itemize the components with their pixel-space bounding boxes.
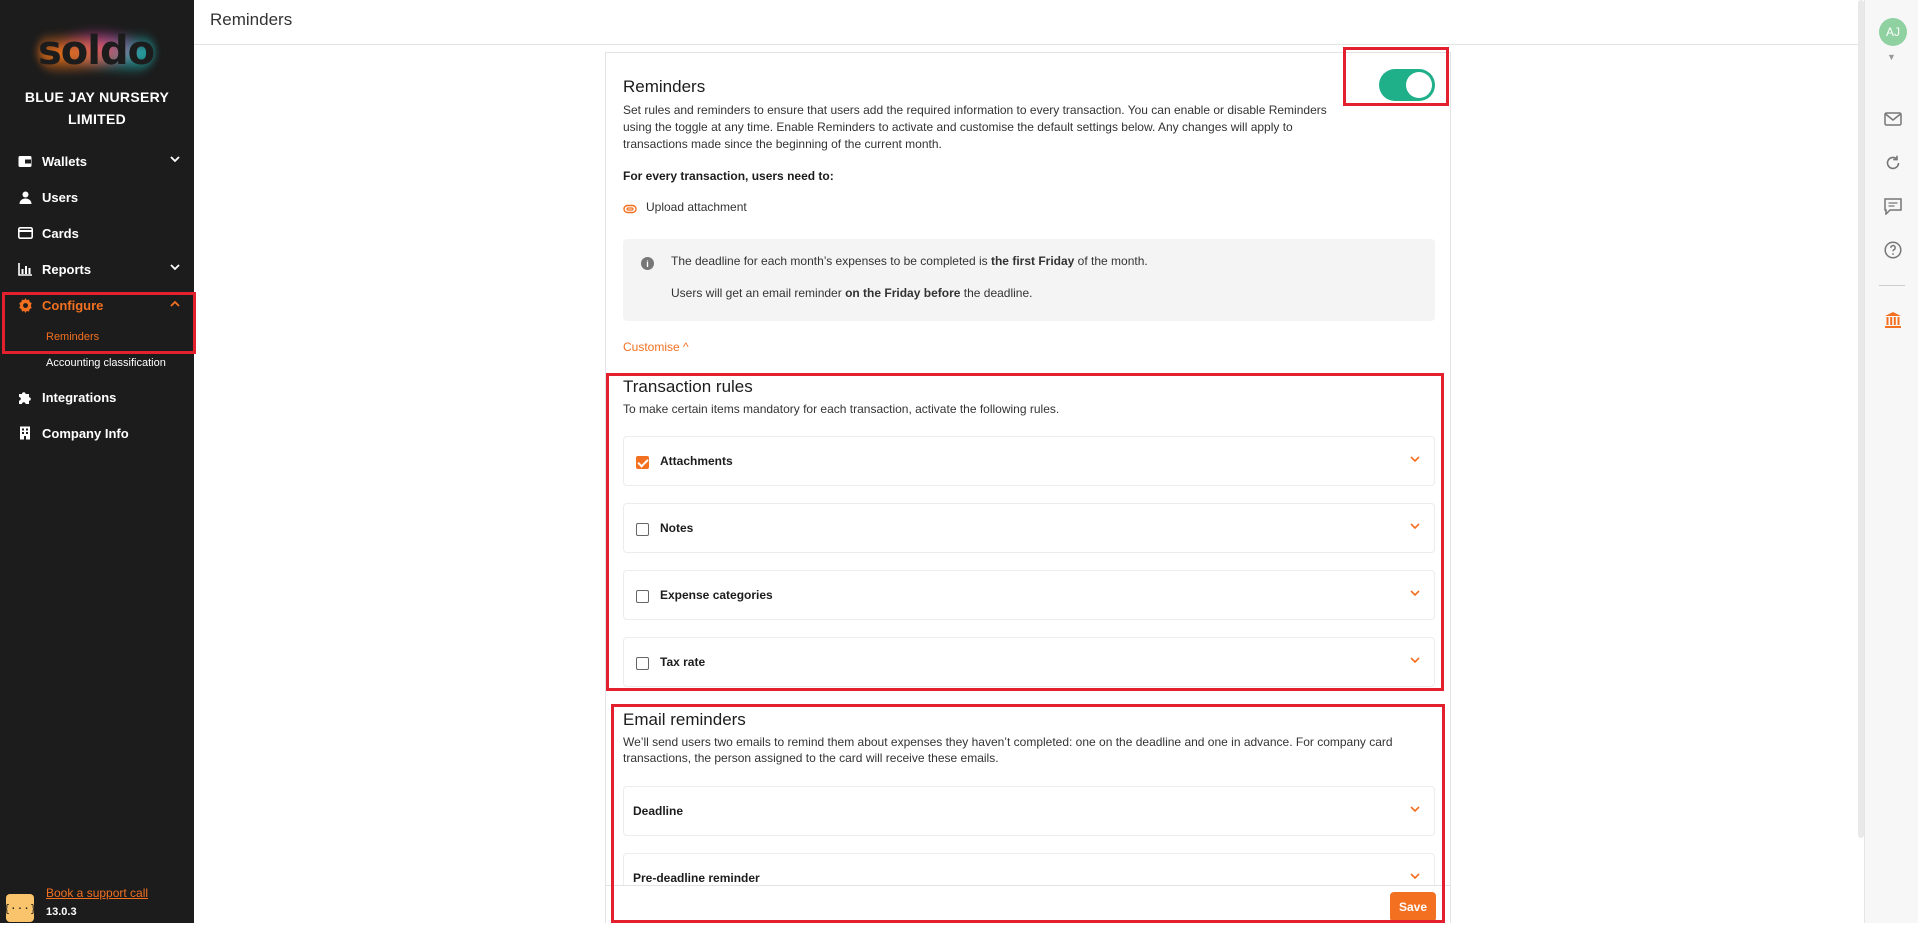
rule-label: Attachments <box>660 454 733 468</box>
sidebar-subitem-reminders[interactable]: Reminders <box>46 331 99 343</box>
sidebar-item-wallets[interactable]: Wallets <box>16 146 180 176</box>
info-icon: i <box>641 257 654 270</box>
sidebar-item-label: Integrations <box>42 389 117 405</box>
right-rail: AJ ▼ <box>1864 0 1918 923</box>
email-row-deadline[interactable]: Deadline <box>623 786 1435 836</box>
deadline-info-line-2: Users will get an email reminder on the … <box>671 286 1033 300</box>
sidebar-item-label: Cards <box>42 225 79 241</box>
sidebar-item-users[interactable]: Users <box>16 182 180 212</box>
page-title: Reminders <box>210 10 293 29</box>
chevron-down-icon[interactable] <box>1410 586 1420 600</box>
puzzle-icon <box>16 388 34 406</box>
requirement-heading: For every transaction, users need to: <box>623 169 834 183</box>
rule-label: Expense categories <box>660 588 773 602</box>
chevron-down-icon[interactable] <box>1410 653 1420 667</box>
paperclip-icon <box>623 201 637 214</box>
sidebar: soldo BLUE JAY NURSERY LIMITED Wallets U… <box>0 0 194 923</box>
page-header: Reminders <box>194 0 1864 45</box>
reminders-description-line-2: using the toggle at any time. Enable Rem… <box>623 120 1293 134</box>
support-section: {···} Book a support call 13.0.3 <box>0 878 194 923</box>
chevron-down-icon <box>170 154 180 166</box>
rule-label: Tax rate <box>660 655 706 669</box>
rule-row-tax-rate[interactable]: Tax rate <box>623 637 1435 687</box>
soldo-logo[interactable]: soldo <box>32 22 160 78</box>
caret-down-icon[interactable]: ▼ <box>1887 52 1896 62</box>
reminders-description-line-3: transactions made since the beginning of… <box>623 137 942 151</box>
sidebar-item-configure[interactable]: Configure <box>16 290 180 320</box>
user-icon <box>16 188 34 206</box>
requirement-item: Upload attachment <box>646 200 747 214</box>
building-icon <box>16 424 34 442</box>
sidebar-item-label: Users <box>42 189 79 205</box>
rule-label: Notes <box>660 521 694 535</box>
rail-divider <box>1879 285 1905 286</box>
rule-row-attachments[interactable]: Attachments <box>623 436 1435 486</box>
sidebar-item-label: Configure <box>42 297 104 313</box>
refresh-icon[interactable] <box>1882 152 1904 174</box>
rule-row-notes[interactable]: Notes <box>623 503 1435 553</box>
customise-link[interactable]: Customise ^ <box>623 340 689 354</box>
help-icon[interactable] <box>1882 239 1904 261</box>
reminders-toggle[interactable] <box>1379 69 1435 101</box>
support-icon: {···} <box>3 894 37 922</box>
sidebar-item-label: Wallets <box>42 153 88 169</box>
gear-icon <box>16 296 34 314</box>
email-reminder-label: Deadline <box>633 804 684 818</box>
sidebar-item-integrations[interactable]: Integrations <box>16 382 180 412</box>
chevron-down-icon[interactable] <box>1410 869 1420 883</box>
chevron-up-icon <box>170 298 180 310</box>
book-support-call-link[interactable]: Book a support call <box>46 886 148 900</box>
sidebar-subitem-accounting-classification[interactable]: Accounting classification <box>46 357 166 369</box>
chevron-down-icon <box>170 262 180 274</box>
checkbox-attachments[interactable] <box>636 456 649 469</box>
chat-icon[interactable] <box>1882 195 1904 217</box>
sidebar-item-label: Company Info <box>42 425 129 441</box>
sidebar-item-reports[interactable]: Reports <box>16 254 180 284</box>
chevron-down-icon[interactable] <box>1410 452 1420 466</box>
email-reminders-subtitle-line-2: transactions, the person assigned to the… <box>623 751 999 765</box>
mail-icon[interactable] <box>1882 108 1904 130</box>
reminders-title: Reminders <box>623 77 706 96</box>
wallet-icon <box>16 152 34 170</box>
avatar[interactable]: AJ <box>1879 18 1907 46</box>
deadline-info-box: i The deadline for each month’s expenses… <box>623 239 1435 321</box>
sidebar-item-cards[interactable]: Cards <box>16 218 180 248</box>
email-reminders-title: Email reminders <box>623 710 746 729</box>
checkbox-tax-rate[interactable] <box>636 657 649 670</box>
chevron-down-icon[interactable] <box>1410 802 1420 816</box>
transaction-rules-subtitle: To make certain items mandatory for each… <box>623 402 1060 416</box>
reminders-description-line-1: Set rules and reminders to ensure that u… <box>623 103 1327 117</box>
transaction-rules-title: Transaction rules <box>623 377 753 396</box>
checkbox-expense-categories[interactable] <box>636 590 649 603</box>
chevron-down-icon[interactable] <box>1410 519 1420 533</box>
deadline-info-line-1: The deadline for each month’s expenses t… <box>671 254 1148 268</box>
rule-row-expense-categories[interactable]: Expense categories <box>623 570 1435 620</box>
bar-chart-icon <box>16 260 34 278</box>
save-bar: Save <box>606 885 1450 925</box>
bank-icon[interactable] <box>1882 309 1904 331</box>
checkbox-notes[interactable] <box>636 523 649 536</box>
email-reminder-label: Pre-deadline reminder <box>633 871 760 885</box>
company-name: BLUE JAY NURSERY LIMITED <box>24 89 170 127</box>
sidebar-item-company-info[interactable]: Company Info <box>16 418 180 448</box>
email-reminders-subtitle-line-1: We’ll send users two emails to remind th… <box>623 735 1393 749</box>
app-version: 13.0.3 <box>46 906 77 918</box>
card-icon <box>16 224 34 242</box>
reminders-card: Reminders Set rules and reminders to ens… <box>605 52 1451 925</box>
save-button[interactable]: Save <box>1390 892 1436 922</box>
sidebar-item-label: Reports <box>42 261 92 277</box>
